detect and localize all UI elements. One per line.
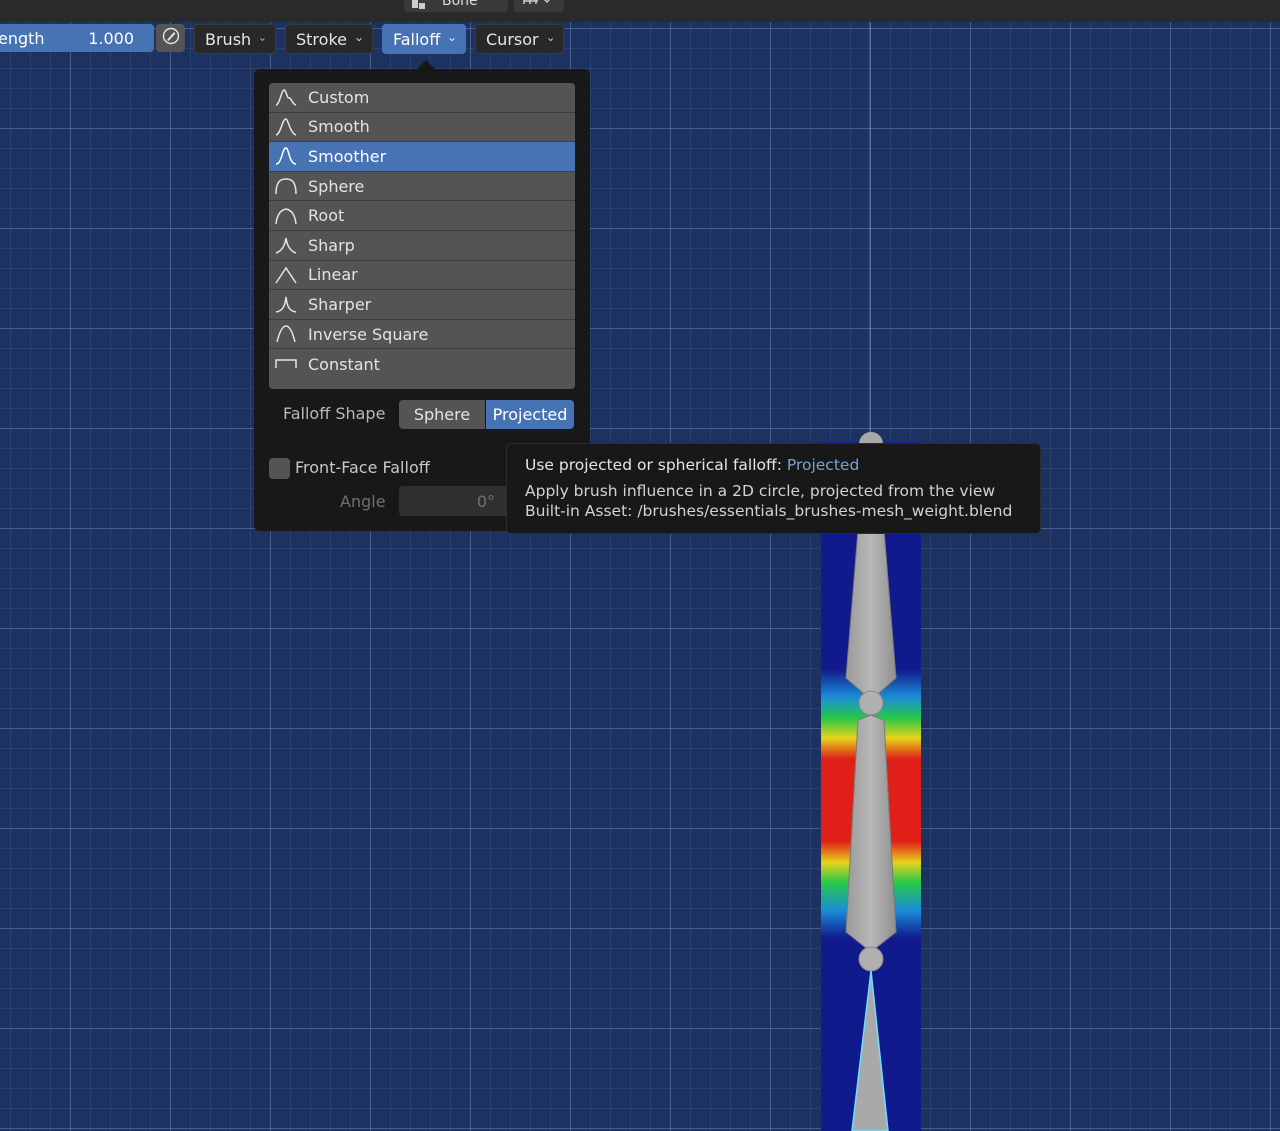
falloff-item-smooth[interactable]: Smooth [269,113,575,143]
curve-smooth-icon [275,118,297,136]
bone-icon [412,0,426,9]
curve-smoother-icon [275,147,297,166]
bone-joint-lower [858,946,884,972]
bone-lower [851,970,889,1131]
tooltip-asset-path: Built-in Asset: /brushes/essentials_brus… [525,502,1013,520]
viewport-mesh [821,22,921,1131]
angle-field[interactable]: 0° [399,486,509,516]
tool-header: ength 1.000 Brush Stroke Falloff Cursor [0,22,590,56]
falloff-item-root[interactable]: Root [269,201,575,231]
curve-sharper-icon [275,297,297,314]
bone-middle [845,714,897,953]
angle-label: Angle [340,492,386,511]
falloff-shape-projected-button[interactable]: Projected [486,400,574,429]
stroke-menu-label: Stroke [296,29,347,49]
brush-menu-button[interactable]: Brush [194,24,276,54]
falloff-shape-sphere-button[interactable]: Sphere [399,400,485,429]
falloff-item-label: Linear [308,265,358,285]
pressure-toggle-button[interactable] [156,24,185,52]
falloff-item-label: Sharper [308,294,372,314]
falloff-item-sharper[interactable]: Sharper [269,290,575,320]
front-face-falloff-checkbox[interactable] [269,458,290,479]
tooltip-title-text: Use projected or spherical falloff: [525,456,782,474]
cursor-menu-button[interactable]: Cursor [475,24,564,54]
weight-mesh [821,442,921,1131]
curve-constant-icon [275,359,297,369]
stroke-menu-button[interactable]: Stroke [285,24,373,54]
bone-joint-mid [858,690,884,716]
falloff-item-label: Constant [308,354,380,374]
curve-custom-icon [275,89,297,107]
bone-dropdown[interactable]: Bone [404,0,508,12]
falloff-shape-tooltip: Use projected or spherical falloff: Proj… [506,443,1041,534]
falloff-item-custom[interactable]: Custom [269,83,575,113]
curve-root-icon [275,207,297,224]
bone-dropdown-label: Bone [442,0,478,9]
chevron-down-icon [356,37,362,41]
falloff-item-label: Root [308,206,345,226]
header-strip: Bone [0,0,1280,22]
falloff-menu-button[interactable]: Falloff [382,24,466,54]
curve-sphere-icon [275,178,297,195]
cursor-menu-label: Cursor [486,29,539,49]
falloff-item-label: Sharp [308,235,355,255]
falloff-item-linear[interactable]: Linear [269,261,575,291]
strength-label: ength [0,28,45,48]
strength-value: 1.000 [88,28,134,48]
chevron-down-icon [547,37,553,41]
falloff-menu-label: Falloff [393,29,441,49]
strength-slider[interactable]: ength 1.000 [0,24,154,52]
brush-menu-label: Brush [205,29,252,49]
falloff-shape-label: Falloff Shape [283,404,386,423]
bone-upper [845,529,897,701]
tooltip-description: Apply brush influence in a 2D circle, pr… [525,482,996,500]
tooltip-title: Use projected or spherical falloff: Proj… [525,455,1022,476]
falloff-item-smoother[interactable]: Smoother [269,142,575,172]
falloff-preset-list: Custom Smooth Smoother Sphere Root Sharp… [269,83,575,389]
falloff-item-constant[interactable]: Constant [269,349,575,379]
falloff-item-label: Inverse Square [308,324,429,344]
curve-inverse-square-icon [276,325,296,343]
chevron-down-icon [260,37,265,41]
falloff-item-inverse-square[interactable]: Inverse Square [269,320,575,350]
chevron-down-icon [449,37,455,41]
falloff-item-sharp[interactable]: Sharp [269,231,575,261]
falloff-item-label: Smooth [308,117,370,137]
curve-sharp-icon [275,238,297,254]
timeline-dropdown[interactable] [514,0,564,12]
falloff-item-sphere[interactable]: Sphere [269,172,575,202]
curve-linear-icon [275,266,297,284]
timeline-icon [522,0,551,10]
falloff-item-label: Smoother [308,146,387,166]
front-face-falloff-label[interactable]: Front-Face Falloff [295,458,430,477]
falloff-item-label: Custom [308,87,370,107]
falloff-item-label: Sphere [308,176,365,196]
pen-pressure-icon [162,27,180,49]
tooltip-title-value: Projected [786,456,860,474]
